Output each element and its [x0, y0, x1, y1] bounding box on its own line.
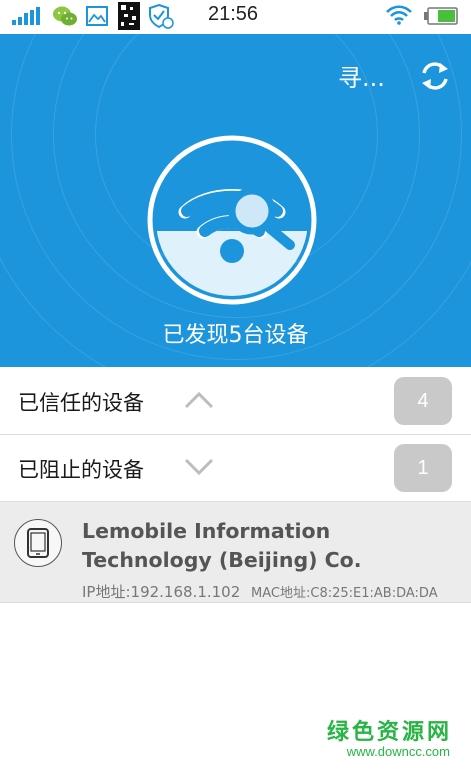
device-mac: MAC地址:C8:25:E1:AB:DA:DA: [251, 586, 438, 601]
signal-icon: [12, 7, 40, 25]
device-list-item[interactable]: Lemobile Information Technology (Beijing…: [0, 502, 471, 603]
count-badge: 4: [394, 377, 452, 425]
status-time: 21:56: [208, 3, 259, 25]
scan-hero: 寻... 已发现5台设备: [0, 34, 471, 367]
group-label: 已阻止的设备: [18, 458, 144, 482]
trusted-devices-row[interactable]: 已信任的设备 4: [0, 368, 471, 435]
count-badge: 1: [394, 444, 452, 492]
wifi-search-icon: [147, 135, 317, 305]
devices-found-caption: 已发现5台设备: [162, 323, 309, 348]
device-ip: IP地址:192.168.1.102: [82, 583, 241, 601]
blocked-devices-row[interactable]: 已阻止的设备 1: [0, 435, 471, 502]
qr-code-icon: [118, 2, 140, 30]
watermark-url: www.downcc.com: [346, 744, 450, 759]
watermark-title: 绿色资源网: [326, 720, 452, 745]
search-action[interactable]: 寻...: [338, 58, 385, 93]
device-avatar: [14, 519, 62, 567]
chevron-up-icon[interactable]: [184, 390, 214, 410]
security-shield-icon: [149, 3, 174, 29]
wechat-icon: [53, 6, 77, 26]
device-address-line: IP地址:192.168.1.102 MAC地址:C8:25:E1:AB:DA:…: [82, 581, 438, 602]
wifi-icon: [386, 5, 412, 25]
image-icon: [86, 6, 108, 26]
device-name: Lemobile Information Technology (Beijing…: [82, 519, 362, 572]
status-bar: 21:56: [0, 0, 471, 34]
battery-icon: [424, 7, 458, 25]
group-label: 已信任的设备: [18, 391, 144, 415]
smartphone-icon: [27, 528, 49, 558]
refresh-icon[interactable]: [418, 59, 452, 93]
chevron-down-icon[interactable]: [184, 457, 214, 477]
